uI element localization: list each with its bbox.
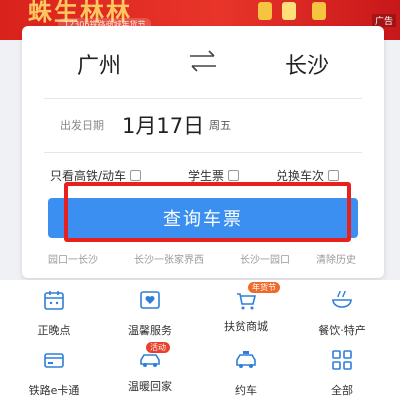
lantern-icon [312, 2, 326, 20]
service-ecard[interactable]: 铁路e卡通 [8, 348, 100, 398]
cart-wrapper: 年货节 [234, 282, 280, 312]
calendar-icon [44, 291, 64, 310]
from-city[interactable]: 广州 [77, 48, 121, 80]
service-all[interactable]: 全部 [296, 348, 388, 398]
divider [44, 98, 362, 99]
history-item[interactable]: 长沙一园口 [240, 251, 290, 266]
heart-service-icon [140, 291, 160, 309]
ticket-search-card: 广州 长沙 出发日期 1月17日 周五 只看高铁/动车 学生票 兑换车次 查询车… [22, 26, 384, 278]
service-ride[interactable]: 约车 [200, 348, 292, 398]
date-picker[interactable]: 1月17日 [122, 110, 204, 140]
checkbox[interactable] [130, 170, 142, 181]
checkbox[interactable] [328, 170, 340, 181]
service-food[interactable]: 餐饮·特产 [296, 288, 388, 338]
checkbox[interactable] [228, 170, 240, 181]
service-care[interactable]: 温馨服务 [104, 288, 196, 338]
service-label: 扶贫商城 [224, 320, 268, 333]
grid-icon [332, 350, 352, 370]
service-poverty-mall[interactable]: 年货节 扶贫商城 [200, 282, 292, 334]
service-label: 餐饮·特产 [318, 324, 366, 337]
divider [44, 152, 362, 153]
lantern-icon [258, 2, 272, 20]
tag-badge: 活动 [146, 342, 170, 353]
taxi-icon [236, 351, 256, 368]
to-city[interactable]: 长沙 [285, 48, 329, 80]
service-delay-info[interactable]: 正晚点 [8, 288, 100, 338]
bowl-icon [332, 290, 352, 308]
swap-icon[interactable] [186, 48, 220, 74]
car-wrapper: 活动 [138, 342, 170, 372]
card-icon [44, 353, 64, 368]
service-grid: 正晚点 温馨服务 年货节 扶贫商城 餐饮·特产 铁路e卡通 活动 温暖回家 约车… [0, 280, 400, 401]
service-label: 温暖回家 [128, 380, 172, 393]
weekday-label: 周五 [209, 119, 231, 132]
service-warm-home[interactable]: 活动 温暖回家 [104, 342, 196, 394]
history-item[interactable]: 长沙一张家界西 [134, 251, 204, 266]
date-label: 出发日期 [60, 119, 104, 132]
history-item[interactable]: 园口一长沙 [48, 251, 98, 266]
tag-badge: 年货节 [248, 282, 280, 293]
highlight-box [64, 182, 351, 242]
clear-history-link[interactable]: 清除历史 [316, 251, 356, 266]
lantern-icon [282, 2, 296, 20]
service-label: 温馨服务 [128, 324, 172, 337]
service-label: 全部 [331, 384, 353, 397]
service-label: 正晚点 [37, 324, 71, 337]
service-label: 约车 [235, 384, 257, 397]
service-label: 铁路e卡通 [28, 384, 80, 397]
